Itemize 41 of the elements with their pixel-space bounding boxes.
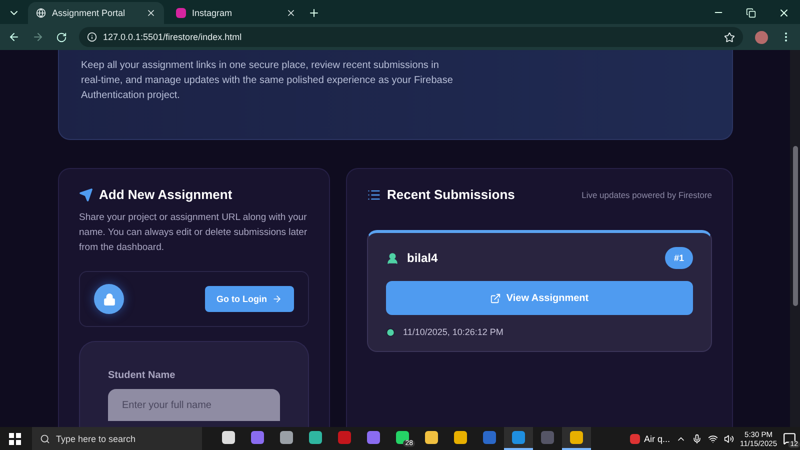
address-bar[interactable]: 127.0.0.1:5501/firestore/index.html xyxy=(79,27,743,47)
search-icon xyxy=(40,434,50,444)
close-tab-icon[interactable] xyxy=(286,8,296,18)
new-tab-icon[interactable] xyxy=(308,7,320,19)
panel-note: Live updates powered by Firestore xyxy=(582,190,712,200)
globe-icon xyxy=(36,8,46,18)
taskbar-search[interactable]: Type here to search xyxy=(32,427,202,450)
student-name-field[interactable]: Enter your full name xyxy=(108,389,280,421)
lock-icon xyxy=(94,284,124,314)
taskbar-app[interactable] xyxy=(504,427,533,450)
start-icon[interactable] xyxy=(9,432,21,444)
field-label: Student Name xyxy=(108,370,176,381)
student-name: bilal4 xyxy=(407,251,438,265)
user-icon xyxy=(386,252,399,264)
forward-icon[interactable] xyxy=(32,31,44,43)
weather-widget[interactable]: Air q... xyxy=(630,434,670,444)
browser-tab[interactable]: Assignment Portal xyxy=(28,2,164,24)
submission-time: 11/10/2025, 10:26:12 PM xyxy=(403,327,504,337)
panel-description: Share your project or assignment URL along with your name. You can always edit or delete submissions later from the dashboard. xyxy=(79,211,308,255)
close-tab-icon[interactable] xyxy=(146,8,156,18)
info-icon xyxy=(87,32,97,42)
close-icon[interactable] xyxy=(778,7,790,19)
panel-title: Add New Assignment xyxy=(99,187,232,202)
hero-text: Keep all your assignment links in one secure place, review recent submissions in real-time, and manage updates with the same polished experience as your Firebase Authentication project. xyxy=(81,59,454,103)
taskbar-app[interactable] xyxy=(562,427,591,450)
scrollbar-thumb[interactable] xyxy=(792,146,798,306)
arrow-right-icon xyxy=(272,294,282,304)
external-link-icon xyxy=(490,292,502,304)
restore-icon[interactable] xyxy=(746,8,756,18)
panel-title: Recent Submissions xyxy=(387,187,515,202)
microphone-icon[interactable] xyxy=(692,434,702,444)
volume-icon[interactable] xyxy=(724,434,734,444)
reload-icon[interactable] xyxy=(56,32,67,42)
browser-tab[interactable]: Instagram xyxy=(168,2,304,24)
list-icon xyxy=(367,188,381,202)
bookmark-star-icon[interactable] xyxy=(724,32,735,42)
paper-plane-icon xyxy=(79,188,93,202)
avatar[interactable] xyxy=(755,30,768,44)
back-icon[interactable] xyxy=(8,31,20,43)
network-icon[interactable] xyxy=(708,434,718,444)
submission-number: #1 xyxy=(664,247,693,269)
